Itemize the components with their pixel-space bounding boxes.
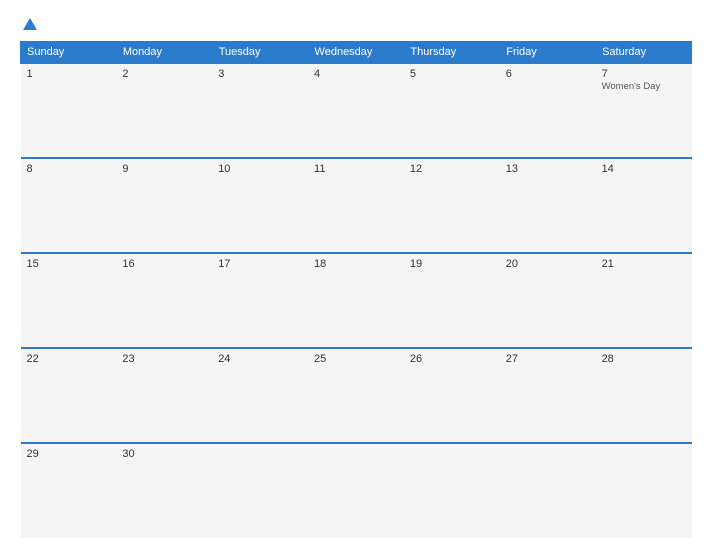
calendar-cell: 28 [596,348,692,443]
calendar-cell: 8 [21,158,117,253]
logo-blue-text [20,18,37,31]
weekday-header: Sunday [21,42,117,64]
weekday-header: Saturday [596,42,692,64]
day-number: 30 [122,448,206,460]
day-number: 18 [314,258,398,270]
calendar-cell: 24 [212,348,308,443]
logo-triangle-icon [23,18,37,30]
calendar-cell: 7Women's Day [596,63,692,158]
day-number: 2 [122,68,206,80]
calendar-cell: 4 [308,63,404,158]
calendar-cell [500,443,596,538]
day-number: 25 [314,353,398,365]
weekday-header: Friday [500,42,596,64]
calendar-cell: 23 [116,348,212,443]
calendar-cell: 30 [116,443,212,538]
calendar-cell: 3 [212,63,308,158]
calendar-week-row: 29 30 [21,443,692,538]
calendar-cell: 15 [21,253,117,348]
calendar-cell: 26 [404,348,500,443]
calendar-cell: 21 [596,253,692,348]
calendar-cell: 9 [116,158,212,253]
weekday-row: SundayMondayTuesdayWednesdayThursdayFrid… [21,42,692,64]
day-number: 13 [506,163,590,175]
calendar-cell [404,443,500,538]
calendar-cell: 25 [308,348,404,443]
weekday-header: Thursday [404,42,500,64]
calendar-cell: 12 [404,158,500,253]
day-number: 23 [122,353,206,365]
calendar-cell: 13 [500,158,596,253]
calendar: SundayMondayTuesdayWednesdayThursdayFrid… [20,41,692,538]
day-number: 16 [122,258,206,270]
calendar-week-row: 15 16 17 18 19 20 21 [21,253,692,348]
day-number: 21 [602,258,686,270]
calendar-cell: 17 [212,253,308,348]
day-number: 14 [602,163,686,175]
calendar-week-row: 89 10 11 12 13 14 [21,158,692,253]
day-number: 24 [218,353,302,365]
calendar-page: SundayMondayTuesdayWednesdayThursdayFrid… [0,0,712,550]
day-number: 26 [410,353,494,365]
calendar-cell: 18 [308,253,404,348]
day-number: 9 [122,163,206,175]
calendar-cell [308,443,404,538]
day-number: 17 [218,258,302,270]
day-event: Women's Day [602,81,661,92]
day-number: 5 [410,68,494,80]
calendar-cell [596,443,692,538]
day-number: 19 [410,258,494,270]
day-number: 11 [314,163,398,175]
day-number: 1 [27,68,111,80]
header [20,18,692,31]
weekday-header: Tuesday [212,42,308,64]
calendar-cell: 11 [308,158,404,253]
day-number: 20 [506,258,590,270]
day-number: 29 [27,448,111,460]
calendar-cell: 20 [500,253,596,348]
calendar-cell: 22 [21,348,117,443]
day-number: 27 [506,353,590,365]
calendar-cell: 14 [596,158,692,253]
calendar-cell: 27 [500,348,596,443]
calendar-cell: 6 [500,63,596,158]
calendar-cell: 1 [21,63,117,158]
day-number: 7 [602,68,686,80]
day-number: 6 [506,68,590,80]
calendar-cell [212,443,308,538]
calendar-cell: 2 [116,63,212,158]
day-number: 28 [602,353,686,365]
calendar-body: 1234567Women's Day8910111213141516171819… [21,63,692,538]
day-number: 15 [27,258,111,270]
calendar-header: SundayMondayTuesdayWednesdayThursdayFrid… [21,42,692,64]
logo [20,18,37,31]
day-number: 10 [218,163,302,175]
calendar-cell: 19 [404,253,500,348]
day-number: 22 [27,353,111,365]
calendar-week-row: 1234567Women's Day [21,63,692,158]
day-number: 8 [27,163,111,175]
day-number: 3 [218,68,302,80]
calendar-cell: 16 [116,253,212,348]
calendar-cell: 29 [21,443,117,538]
day-number: 4 [314,68,398,80]
calendar-cell: 10 [212,158,308,253]
calendar-table: SundayMondayTuesdayWednesdayThursdayFrid… [20,41,692,538]
calendar-week-row: 22 23 24 25 26 27 28 [21,348,692,443]
day-number: 12 [410,163,494,175]
weekday-header: Monday [116,42,212,64]
calendar-cell: 5 [404,63,500,158]
weekday-header: Wednesday [308,42,404,64]
